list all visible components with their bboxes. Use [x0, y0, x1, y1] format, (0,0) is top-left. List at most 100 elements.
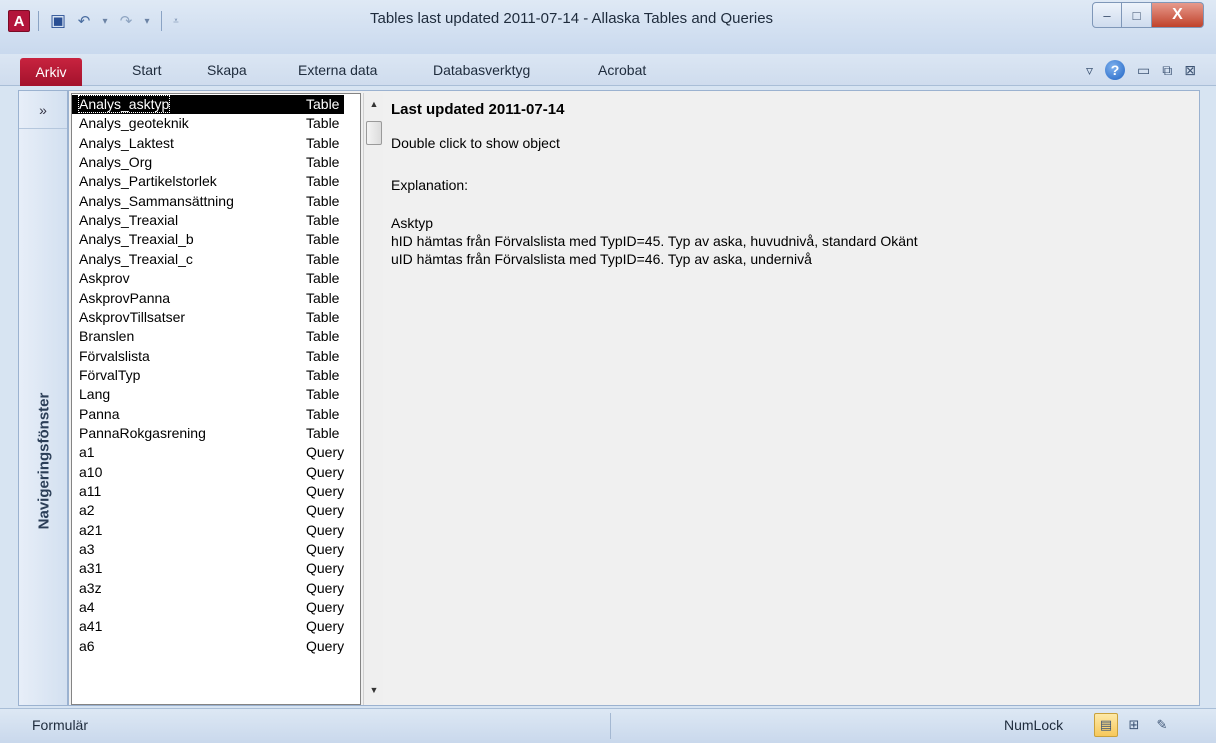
- list-item-type: Table: [306, 154, 340, 171]
- status-view-name: Formulär: [32, 717, 89, 733]
- scroll-up-icon[interactable]: ▲: [364, 95, 384, 113]
- list-item-type: Query: [306, 541, 345, 558]
- list-item-type: Table: [306, 405, 340, 422]
- list-item[interactable]: a3z Query: [72, 579, 344, 598]
- maximize-button[interactable]: □: [1122, 2, 1152, 28]
- doc-minimize-icon[interactable]: ▭: [1137, 62, 1150, 79]
- list-item[interactable]: Analys_Treaxial Table: [72, 211, 344, 230]
- list-item[interactable]: FörvalTyp Table: [72, 366, 344, 385]
- tab-start[interactable]: Start: [132, 62, 162, 78]
- tab-databasverktyg[interactable]: Databasverktyg: [433, 62, 530, 78]
- tab-file[interactable]: Arkiv: [20, 58, 82, 86]
- list-item[interactable]: a31 Query: [72, 559, 344, 578]
- navigation-pane[interactable]: » Navigeringsfönster: [18, 90, 68, 706]
- list-item[interactable]: a3 Query: [72, 540, 344, 559]
- list-item-name: a1: [79, 444, 95, 461]
- nav-pane-label[interactable]: Navigeringsfönster: [29, 331, 59, 591]
- numlock-indicator: NumLock: [1004, 717, 1064, 733]
- list-item[interactable]: Analys_Sammansättning Table: [72, 192, 344, 211]
- list-item-type: Table: [306, 328, 340, 345]
- list-item[interactable]: Analys_geoteknik Table: [72, 114, 344, 133]
- customize-icon[interactable]: ⩡: [170, 16, 182, 27]
- list-item-name: Analys_Laktest: [79, 134, 174, 151]
- tab-skapa[interactable]: Skapa: [207, 62, 247, 78]
- list-item[interactable]: Analys_Laktest Table: [72, 134, 344, 153]
- undo-icon[interactable]: ↶: [73, 10, 95, 32]
- list-item-type: Table: [306, 173, 340, 190]
- list-item-type: Table: [306, 289, 340, 306]
- list-item-name: Analys_Sammansättning: [79, 192, 234, 209]
- list-item-name: a21: [79, 521, 103, 538]
- list-item[interactable]: AskprovTillsatser Table: [72, 308, 344, 327]
- list-item[interactable]: Analys_Org Table: [72, 153, 344, 172]
- list-item-name: AskprovTillsatser: [79, 308, 186, 325]
- view-switcher: ▤ ⊞ ✎: [1094, 713, 1174, 737]
- access-app-icon[interactable]: A: [8, 10, 30, 32]
- list-item-name: Branslen: [79, 328, 135, 345]
- list-item[interactable]: Analys_asktyp Table: [72, 95, 344, 114]
- list-item[interactable]: Analys_Treaxial_b Table: [72, 230, 344, 249]
- list-item-type: Table: [306, 270, 340, 287]
- list-item[interactable]: a1 Query: [72, 443, 344, 462]
- list-item-name: a2: [79, 502, 95, 519]
- help-icon[interactable]: ?: [1105, 60, 1126, 80]
- doc-close-icon[interactable]: ⊠: [1184, 62, 1196, 79]
- list-item[interactable]: a6 Query: [72, 637, 344, 656]
- tab-acrobat[interactable]: Acrobat: [598, 62, 646, 78]
- list-item[interactable]: a41 Query: [72, 617, 344, 636]
- list-item[interactable]: Panna Table: [72, 405, 344, 424]
- list-item[interactable]: Askprov Table: [72, 269, 344, 288]
- list-item-type: Table: [306, 231, 340, 248]
- doc-restore-icon[interactable]: ⧉: [1162, 62, 1172, 79]
- list-item[interactable]: Lang Table: [72, 385, 344, 404]
- list-item-type: Query: [306, 618, 345, 635]
- info-hint: Double click to show object: [391, 135, 560, 151]
- objects-listbox[interactable]: Analys_asktyp Table Analys_geoteknik Table A…: [71, 93, 361, 705]
- list-item-type: Table: [306, 386, 340, 403]
- minimize-ribbon-icon[interactable]: ▿: [1086, 62, 1093, 79]
- layout-view-icon[interactable]: ⊞: [1122, 713, 1146, 737]
- list-item-name: Askprov: [79, 270, 130, 287]
- listbox-scrollbar[interactable]: ▲ ▼: [363, 93, 383, 705]
- tab-externa-data[interactable]: Externa data: [298, 62, 377, 78]
- list-item-type: Query: [306, 444, 345, 461]
- list-item-type: Query: [306, 502, 345, 519]
- list-item-type: Query: [306, 579, 345, 596]
- expand-nav-pane-button[interactable]: »: [19, 91, 67, 129]
- close-button[interactable]: X: [1152, 2, 1204, 28]
- list-item-name: a6: [79, 637, 95, 654]
- list-item-type: Query: [306, 521, 345, 538]
- explanation-line-2: uID hämtas från Förvalslista med TypID=4…: [391, 251, 812, 267]
- list-item[interactable]: a21 Query: [72, 521, 344, 540]
- status-separator: [610, 713, 611, 739]
- list-item[interactable]: a11 Query: [72, 482, 344, 501]
- list-item-type: Table: [306, 250, 340, 267]
- list-item[interactable]: PannaRokgasrening Table: [72, 424, 344, 443]
- list-item-name: Analys_Treaxial: [79, 212, 179, 229]
- list-item[interactable]: a2 Query: [72, 501, 344, 520]
- form-view-icon[interactable]: ▤: [1094, 713, 1118, 737]
- scroll-thumb[interactable]: [366, 121, 382, 145]
- explanation-line-1: hID hämtas från Förvalslista med TypID=4…: [391, 233, 918, 249]
- scroll-down-icon[interactable]: ▼: [364, 681, 384, 699]
- list-item-type: Table: [306, 308, 340, 325]
- save-icon[interactable]: ▣: [47, 10, 69, 32]
- list-item-name: PannaRokgasrening: [79, 424, 206, 441]
- list-item[interactable]: AskprovPanna Table: [72, 289, 344, 308]
- list-item[interactable]: Analys_Treaxial_c Table: [72, 250, 344, 269]
- redo-icon[interactable]: ↷: [115, 10, 137, 32]
- list-item-name: Analys_Treaxial_b: [79, 231, 194, 248]
- list-item-name: Lang: [79, 386, 111, 403]
- list-item-type: Table: [306, 192, 340, 209]
- list-item-name: a11: [79, 483, 102, 499]
- list-item[interactable]: a10 Query: [72, 463, 344, 482]
- list-item[interactable]: Branslen Table: [72, 327, 344, 346]
- list-item-name: Analys_Partikelstorlek: [79, 173, 217, 190]
- list-item[interactable]: Analys_Partikelstorlek Table: [72, 172, 344, 191]
- list-item[interactable]: Förvalslista Table: [72, 347, 344, 366]
- design-view-icon[interactable]: ✎: [1150, 713, 1174, 737]
- undo-dropdown-icon[interactable]: ▾: [99, 16, 111, 27]
- redo-dropdown-icon[interactable]: ▾: [141, 16, 153, 27]
- minimize-button[interactable]: –: [1092, 2, 1122, 28]
- list-item[interactable]: a4 Query: [72, 598, 344, 617]
